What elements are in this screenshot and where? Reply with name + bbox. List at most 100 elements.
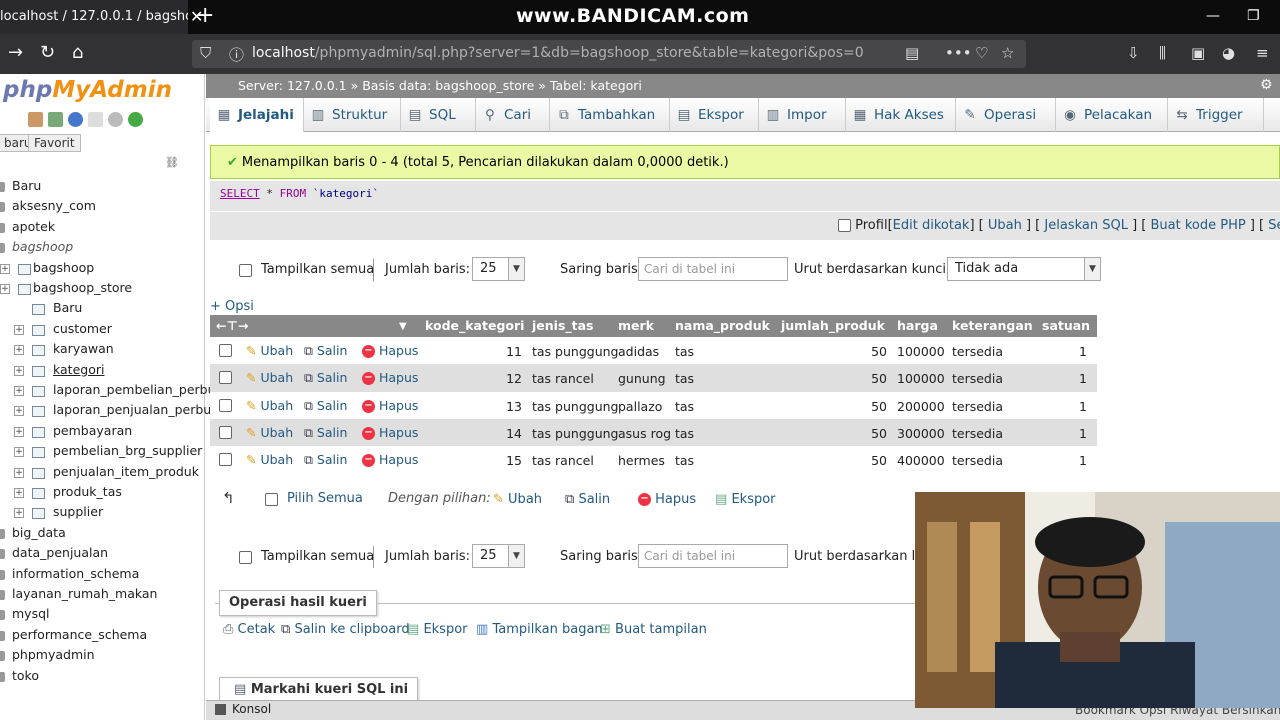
cell-kode_kategori[interactable]: 14 [415, 426, 522, 441]
delete-row-button[interactable]: − Hapus [362, 425, 418, 440]
create-view-button[interactable]: ⊞ Buat tampilan [600, 622, 707, 637]
tree-item[interactable]: supplier [53, 504, 103, 519]
tab-triggers[interactable]: ⇆ Trigger [1168, 98, 1264, 132]
filter-input[interactable]: Cari di tabel ini [638, 257, 788, 281]
cell-harga[interactable]: 400000 [897, 453, 945, 468]
cell-kode_kategori[interactable]: 11 [415, 344, 522, 359]
row-count-select-bottom[interactable]: 25 ▼ [472, 544, 525, 568]
column-header-keterangan[interactable]: keterangan [952, 318, 1033, 333]
cell-satuan[interactable]: 1 [1032, 371, 1087, 386]
tab-browse[interactable]: ▦ Jelajahi [210, 98, 304, 132]
cell-keterangan[interactable]: tersedia [952, 344, 1003, 359]
shield-icon[interactable]: ⛉ [200, 44, 211, 62]
cell-harga[interactable]: 100000 [897, 371, 945, 386]
display-chart-button[interactable]: ▥ Tampilkan bagan [476, 622, 603, 637]
tab-import[interactable]: ▥ Impor [759, 98, 846, 132]
cell-nama_produk[interactable]: tas [675, 344, 694, 359]
breadcrumb-table[interactable]: Tabel: kategori [550, 78, 642, 93]
cell-satuan[interactable]: 1 [1032, 344, 1087, 359]
minimize-icon[interactable]: — [1206, 8, 1220, 24]
tab-search[interactable]: ⚲ Cari [476, 98, 550, 132]
copy-row-button[interactable]: ⧉ Salin [304, 370, 347, 386]
tree-item[interactable]: karyawan [53, 341, 114, 356]
tree-item[interactable]: Baru [53, 300, 82, 315]
home-icon[interactable] [28, 112, 43, 127]
bulk-edit-button[interactable]: ✎ Ubah [493, 492, 542, 507]
help-icon[interactable] [68, 112, 83, 127]
cell-merk[interactable]: gunung [618, 371, 666, 386]
cell-jenis_tas[interactable]: tas rancel [532, 453, 594, 468]
tree-item[interactable]: laporan_pembelian_perbul [53, 382, 219, 397]
tree-item[interactable]: penjualan_item_produk [53, 464, 199, 479]
library-icon[interactable]: ⫼ [1159, 44, 1166, 62]
delete-row-button[interactable]: − Hapus [362, 370, 418, 385]
expand-icon[interactable]: + [14, 467, 24, 478]
column-header-jenis_tas[interactable]: jenis_tas [532, 318, 594, 333]
tree-item[interactable]: information_schema [12, 566, 139, 581]
reload-nav-icon[interactable] [128, 112, 143, 127]
row-checkbox[interactable] [219, 344, 232, 357]
expand-icon[interactable]: + [14, 386, 24, 396]
edit-row-button[interactable]: ✎ Ubah [246, 370, 293, 385]
edit-row-button[interactable]: ✎ Ubah [246, 343, 293, 358]
cell-jenis_tas[interactable]: tas punggung [532, 426, 618, 441]
tree-item[interactable]: big_data [12, 525, 66, 540]
docs-icon[interactable] [88, 112, 103, 127]
cell-satuan[interactable]: 1 [1032, 453, 1087, 468]
cell-jenis_tas[interactable]: tas punggung [532, 344, 618, 359]
tree-item[interactable]: mysql [12, 606, 50, 621]
cell-merk[interactable]: hermes [618, 453, 665, 468]
cell-keterangan[interactable]: tersedia [952, 399, 1003, 414]
expand-icon[interactable]: + [14, 345, 24, 356]
cell-kode_kategori[interactable]: 15 [415, 453, 522, 468]
row-checkbox[interactable] [219, 453, 232, 466]
delete-row-button[interactable]: − Hapus [362, 398, 418, 413]
row-checkbox[interactable] [219, 399, 232, 412]
cell-jumlah_produk[interactable]: 50 [771, 344, 887, 359]
cell-jumlah_produk[interactable]: 50 [771, 426, 887, 441]
copy-row-button[interactable]: ⧉ Salin [304, 398, 347, 414]
expand-icon[interactable]: + [14, 406, 24, 417]
logout-icon[interactable] [48, 112, 63, 127]
explain-sql-link[interactable]: Jelaskan SQL [1044, 218, 1128, 233]
menu-icon[interactable]: ≡ [1256, 44, 1269, 62]
tree-item[interactable]: apotek [12, 219, 55, 234]
show-all-checkbox[interactable] [239, 264, 252, 277]
row-count-select[interactable]: 25 ▼ [472, 257, 525, 281]
column-header-jumlah_produk[interactable]: jumlah_produk [781, 318, 885, 333]
bulk-export-button[interactable]: ▤ Ekspor [715, 492, 776, 507]
tree-item[interactable]: produk_tas [53, 484, 122, 499]
tree-item[interactable]: data_penjualan [12, 545, 108, 560]
tree-item[interactable]: pembelian_brg_supplier [53, 443, 202, 458]
pma-logo[interactable]: phpMyAdmin [3, 77, 172, 103]
cell-jumlah_produk[interactable]: 50 [771, 453, 887, 468]
tree-item[interactable]: kategori [53, 362, 104, 377]
edit-inline-link[interactable]: Edit dikotak [893, 218, 970, 233]
tree-item[interactable]: performance_schema [12, 627, 147, 642]
reader-view-icon[interactable]: ▤ [905, 44, 919, 62]
tab-privileges[interactable]: ▦ Hak Akses [846, 98, 956, 132]
tree-item[interactable]: bagshoop [12, 239, 73, 254]
tree-item[interactable]: layanan_rumah_makan [12, 586, 157, 601]
link-icon[interactable]: ⛓ [165, 156, 179, 169]
cell-nama_produk[interactable]: tas [675, 453, 694, 468]
cell-keterangan[interactable]: tersedia [952, 426, 1003, 441]
edit-query-link[interactable]: Ubah [988, 218, 1022, 233]
row-checkbox[interactable] [219, 371, 232, 384]
cell-harga[interactable]: 200000 [897, 399, 945, 414]
tab-export[interactable]: ▤ Ekspor [670, 98, 759, 132]
account-icon[interactable]: ◕ [1222, 44, 1235, 62]
tab-operations[interactable]: ✎ Operasi [956, 98, 1056, 132]
copy-row-button[interactable]: ⧉ Salin [304, 452, 347, 468]
refresh-link[interactable]: Segarkan [1268, 218, 1280, 233]
expand-icon[interactable]: + [14, 324, 24, 335]
cell-kode_kategori[interactable]: 13 [415, 399, 522, 414]
browser-tab[interactable]: localhost / 127.0.0.1 / bagshoop_store [0, 0, 188, 34]
sort-dropdown-icon[interactable]: ▼ [399, 321, 407, 332]
tree-item[interactable]: aksesny_com [12, 198, 96, 213]
info-icon[interactable]: ⓘ [229, 44, 244, 65]
delete-row-button[interactable]: − Hapus [362, 452, 418, 467]
cell-kode_kategori[interactable]: 12 [415, 371, 522, 386]
reload-icon[interactable]: ↻ [40, 42, 55, 64]
bulk-copy-button[interactable]: ⧉ Salin [565, 492, 610, 507]
